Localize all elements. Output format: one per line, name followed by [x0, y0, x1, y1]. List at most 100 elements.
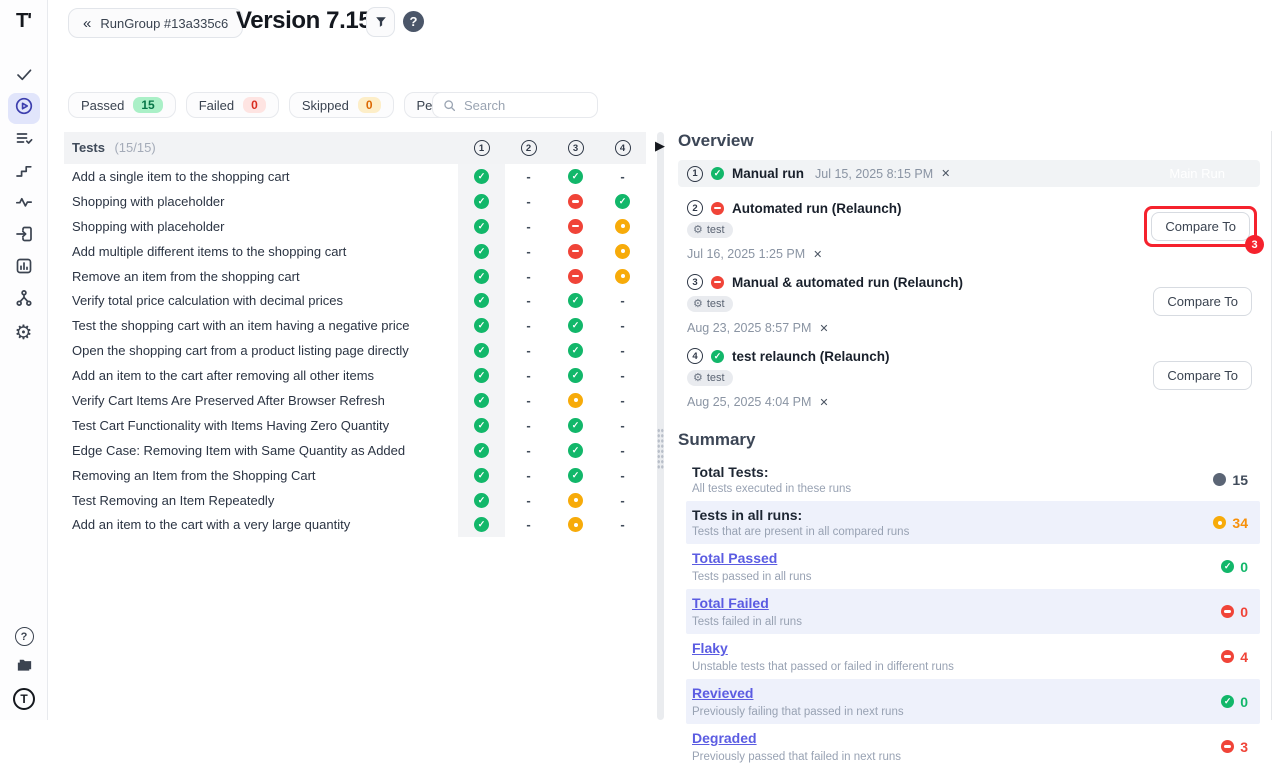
gear-icon: ⚙ — [15, 323, 33, 343]
no-status-dash: - — [620, 517, 624, 532]
filter-button[interactable] — [366, 7, 395, 37]
sidebar-item-play-circle[interactable] — [8, 93, 40, 124]
summary-link[interactable]: Revieved — [692, 685, 753, 701]
main-run-row[interactable]: 1✓Manual runJul 15, 2025 8:15 PM✕Main Ru… — [678, 160, 1260, 187]
remove-run-icon[interactable]: ✕ — [941, 167, 950, 180]
test-status-cell: - — [599, 413, 646, 438]
folder-icon[interactable] — [15, 655, 34, 679]
sidebar-item-list-check[interactable] — [8, 125, 40, 156]
remove-run-icon[interactable]: ✕ — [819, 396, 828, 409]
skipped-status-icon — [615, 219, 630, 234]
sidebar-item-chart-box[interactable] — [8, 253, 40, 284]
filter-tab-skipped[interactable]: Skipped0 — [289, 92, 394, 118]
summary-description: Unstable tests that passed or failed in … — [692, 661, 954, 673]
no-status-dash: - — [526, 468, 530, 483]
help-circle-icon[interactable]: ? — [15, 627, 34, 646]
passed-status-icon: ✓ — [474, 194, 489, 209]
pulse-icon — [14, 192, 34, 217]
summary-count: 4 — [1240, 649, 1248, 665]
compare-to-button[interactable]: Compare To — [1153, 361, 1252, 390]
passed-status-icon: ✓ — [568, 318, 583, 333]
funnel-icon — [374, 15, 388, 29]
test-status-cell — [552, 488, 599, 513]
summary-row: Tests in all runs:Tests that are present… — [686, 501, 1260, 544]
filter-tab-passed[interactable]: Passed15 — [68, 92, 176, 118]
filter-tab-label: Passed — [81, 98, 124, 113]
test-name: Add an item to the cart with a very larg… — [72, 517, 458, 532]
table-row[interactable]: Verify Cart Items Are Preserved After Br… — [64, 388, 646, 413]
panel-divider[interactable] — [657, 132, 664, 720]
table-row[interactable]: Test the shopping cart with an item havi… — [64, 313, 646, 338]
run-name: Manual run — [732, 166, 804, 181]
stairs-icon — [14, 160, 34, 185]
table-row[interactable]: Add an item to the cart with a very larg… — [64, 512, 646, 537]
test-name: Removing an Item from the Shopping Cart — [72, 468, 458, 483]
annotation-step-badge: 3 — [1245, 235, 1264, 254]
remove-run-icon[interactable]: ✕ — [819, 322, 828, 335]
logo-circle-icon[interactable]: T — [13, 688, 35, 710]
passed-status-icon: ✓ — [474, 368, 489, 383]
summary-link[interactable]: Flaky — [692, 640, 728, 656]
test-status-cell: - — [599, 313, 646, 338]
test-status-cell: - — [599, 463, 646, 488]
tests-table-body: Add a single item to the shopping cart✓-… — [64, 164, 646, 537]
sidebar-item-pulse[interactable] — [8, 189, 40, 220]
table-row[interactable]: Test Removing an Item Repeatedly✓-- — [64, 488, 646, 513]
table-row[interactable]: Add a single item to the shopping cart✓-… — [64, 164, 646, 189]
summary-link[interactable]: Total Passed — [692, 550, 777, 566]
sidebar-item-check[interactable] — [8, 61, 40, 92]
test-status-cell: - — [599, 363, 646, 388]
gear-icon: ⚙ — [693, 225, 703, 236]
table-row[interactable]: Shopping with placeholder✓- — [64, 214, 646, 239]
table-row[interactable]: Removing an Item from the Shopping Cart ✓… — [64, 463, 646, 488]
test-status-cell: ✓ — [552, 438, 599, 463]
passed-status-icon: ✓ — [1221, 560, 1234, 573]
remove-run-icon[interactable]: ✕ — [813, 248, 822, 261]
search-box[interactable] — [432, 92, 598, 118]
sidebar-item-gear[interactable]: ⚙ — [8, 317, 40, 348]
summary-link[interactable]: Total Failed — [692, 595, 769, 611]
summary-link[interactable]: Degraded — [692, 730, 757, 746]
divider-drag-handle[interactable] — [657, 428, 664, 470]
test-status-cell: - — [599, 288, 646, 313]
summary-row: Total Tests:All tests executed in these … — [686, 458, 1260, 501]
summary-row: Total PassedTests passed in all runs✓0 — [686, 544, 1260, 589]
sidebar-item-branch[interactable] — [8, 285, 40, 316]
table-row[interactable]: Open the shopping cart from a product li… — [64, 338, 646, 363]
table-row[interactable]: Edge Case: Removing Item with Same Quant… — [64, 438, 646, 463]
tests-table-title: Tests — [72, 140, 105, 155]
passed-status-icon: ✓ — [474, 219, 489, 234]
panel-scrollbar[interactable] — [1271, 131, 1272, 720]
table-row[interactable]: Shopping with placeholder✓-✓ — [64, 189, 646, 214]
list-check-icon — [14, 128, 34, 153]
passed-status-icon: ✓ — [568, 443, 583, 458]
test-status-cell — [552, 239, 599, 264]
collapse-panel-icon[interactable]: ▶ — [655, 139, 665, 152]
compare-to-button[interactable]: Compare To — [1151, 212, 1250, 241]
table-row[interactable]: Add an item to the cart after removing a… — [64, 363, 646, 388]
no-status-dash: - — [620, 368, 624, 383]
test-status-cell: ✓ — [552, 463, 599, 488]
sidebar-item-stairs[interactable] — [8, 157, 40, 188]
search-input[interactable] — [464, 98, 574, 113]
passed-status-icon: ✓ — [711, 350, 724, 363]
table-row[interactable]: Verify total price calculation with deci… — [64, 288, 646, 313]
summary-description: Tests passed in all runs — [692, 571, 812, 583]
run-column-header: 1 — [458, 140, 505, 156]
filter-tab-failed[interactable]: Failed0 — [186, 92, 279, 118]
back-to-rungroup-button[interactable]: « RunGroup #13a335c6 — [68, 8, 243, 38]
run-date: Aug 25, 2025 4:04 PM — [687, 395, 811, 409]
test-status-cell: - — [599, 488, 646, 513]
compare-to-button[interactable]: Compare To — [1153, 287, 1252, 316]
sidebar-nav: ⚙ — [8, 61, 40, 348]
annotation-highlight-box: Compare To3 — [1144, 206, 1257, 247]
table-row[interactable]: Add multiple different items to the shop… — [64, 239, 646, 264]
run-number-badge: 2 — [687, 200, 703, 216]
sidebar-item-enter-box[interactable] — [8, 221, 40, 252]
passed-status-icon: ✓ — [568, 293, 583, 308]
filter-tab-label: Skipped — [302, 98, 349, 113]
table-row[interactable]: Test Cart Functionality with Items Havin… — [64, 413, 646, 438]
table-row[interactable]: Remove an item from the shopping cart✓- — [64, 264, 646, 289]
summary-value: 0 — [1221, 604, 1248, 620]
help-icon[interactable]: ? — [403, 11, 424, 32]
